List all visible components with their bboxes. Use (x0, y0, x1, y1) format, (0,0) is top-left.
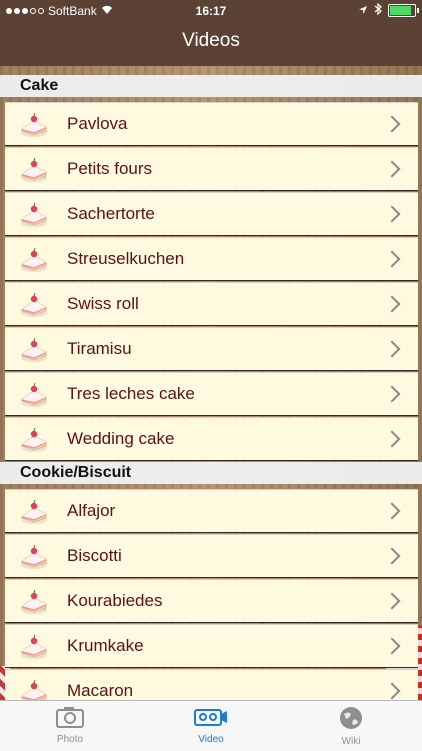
cake-icon (19, 541, 49, 571)
chevron-right-icon (383, 295, 401, 313)
tab-photo[interactable]: Photo (20, 705, 120, 745)
cake-icon (19, 109, 49, 139)
cake-icon (19, 586, 49, 616)
tab-video-label: Video (198, 734, 224, 745)
page-title: Videos (182, 30, 240, 51)
globe-icon (338, 707, 364, 734)
chevron-right-icon (383, 430, 401, 448)
chevron-right-icon (383, 547, 401, 565)
navigation-bar: SoftBank 16:17 Videos (0, 0, 422, 66)
location-icon (358, 4, 368, 18)
list-item[interactable]: Krumkake (5, 624, 418, 668)
tab-video[interactable]: Video (161, 705, 261, 745)
tab-photo-label: Photo (56, 734, 84, 745)
bluetooth-icon (374, 2, 382, 18)
cake-icon (19, 334, 49, 364)
list-item[interactable]: Pavlova (5, 102, 418, 146)
chevron-right-icon (383, 340, 401, 358)
battery-icon (388, 4, 419, 17)
list-item-label: Tiramisu (67, 339, 132, 358)
chevron-right-icon (383, 115, 401, 133)
tab-wiki[interactable]: Wiki (301, 705, 401, 747)
list-item-label: Sachertorte (67, 204, 155, 223)
cake-icon (19, 496, 49, 526)
status-right (358, 2, 419, 18)
chevron-right-icon (383, 637, 401, 655)
list-item[interactable]: Sachertorte (5, 192, 418, 236)
cake-icon (19, 424, 49, 454)
list-item[interactable]: Tres leches cake (5, 372, 418, 416)
section-header: Cookie/Biscuit (0, 462, 422, 484)
list-item[interactable]: Swiss roll (5, 282, 418, 326)
cake-icon (19, 379, 49, 409)
cake-icon (19, 154, 49, 184)
list-item-label: Streuselkuchen (67, 249, 185, 268)
list-item-label: Swiss roll (67, 294, 139, 313)
list-item[interactable]: Petits fours (5, 147, 418, 191)
video-camera-icon (193, 709, 229, 732)
list-item-label: Petits fours (67, 159, 153, 178)
camera-icon (55, 707, 85, 732)
chevron-right-icon (383, 160, 401, 178)
chevron-right-icon (383, 385, 401, 403)
list-item-label: Krumkake (67, 636, 144, 655)
list-item-label: Tres leches cake (67, 384, 195, 403)
list-item-label: Macaron (67, 681, 134, 700)
cake-icon (19, 631, 49, 661)
chevron-right-icon (383, 502, 401, 520)
list-item[interactable]: Tiramisu (5, 327, 418, 371)
chevron-right-icon (383, 250, 401, 268)
list-item[interactable]: Kourabiedes (5, 579, 418, 623)
list-item-label: Wedding cake (67, 429, 175, 448)
status-bar: SoftBank 16:17 (0, 0, 422, 22)
list-item[interactable]: Wedding cake (5, 417, 418, 461)
chevron-right-icon (383, 682, 401, 700)
list-item[interactable]: Alfajor (5, 489, 418, 533)
list-item-label: Biscotti (67, 546, 122, 565)
cake-icon (19, 244, 49, 274)
list-item-label: Alfajor (67, 501, 116, 520)
list-item[interactable]: Streuselkuchen (5, 237, 418, 281)
list-item-label: Kourabiedes (67, 591, 163, 610)
cake-icon (19, 289, 49, 319)
list-item-label: Pavlova (67, 114, 128, 133)
chevron-right-icon (383, 592, 401, 610)
tab-bar: Photo Video Wiki (0, 700, 422, 751)
cake-icon (19, 199, 49, 229)
tab-wiki-label: Wiki (341, 736, 361, 747)
section-header: Cake (0, 75, 422, 97)
chevron-right-icon (383, 205, 401, 223)
list-item[interactable]: Biscotti (5, 534, 418, 578)
